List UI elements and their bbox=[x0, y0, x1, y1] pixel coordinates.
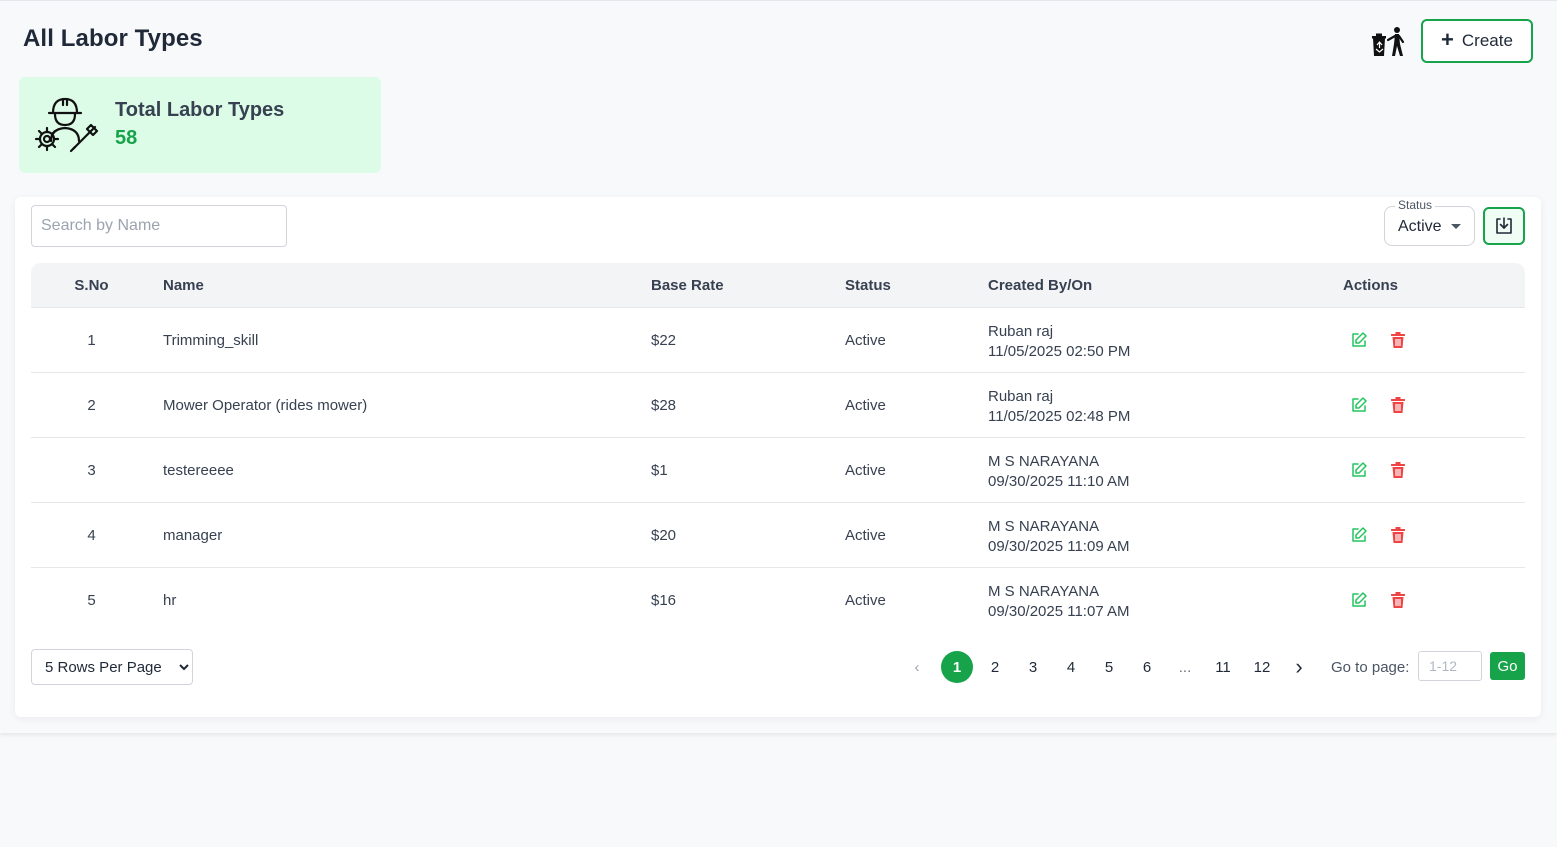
created-on: 09/30/2025 11:07 AM bbox=[988, 603, 1130, 620]
page-button[interactable]: 3 bbox=[1017, 651, 1049, 683]
page-button[interactable]: 11 bbox=[1207, 651, 1239, 683]
page-container: All Labor Types + Create Total Labor Typ… bbox=[0, 0, 1557, 733]
table-row: 4 manager $20 Active M S NARAYANA 09/30/… bbox=[31, 503, 1525, 568]
cell-name: Mower Operator (rides mower) bbox=[163, 397, 368, 414]
header-status: Status bbox=[845, 277, 891, 294]
rows-per-page-select[interactable]: 5 Rows Per Page bbox=[31, 649, 193, 685]
page-button[interactable]: 6 bbox=[1131, 651, 1163, 683]
created-by: M S NARAYANA bbox=[988, 453, 1100, 470]
page-button[interactable]: 5 bbox=[1093, 651, 1125, 683]
created-by: Ruban raj bbox=[988, 323, 1054, 340]
download-icon bbox=[1496, 217, 1512, 234]
delete-icon[interactable] bbox=[1388, 460, 1408, 480]
delete-icon[interactable] bbox=[1388, 330, 1408, 350]
page-button[interactable]: 1 bbox=[941, 651, 973, 683]
page-title: All Labor Types bbox=[23, 25, 203, 52]
cell-created: M S NARAYANA 09/30/2025 11:07 AM bbox=[988, 582, 1130, 622]
cell-created: Ruban raj 11/05/2025 02:50 PM bbox=[988, 322, 1130, 362]
table-row: 5 hr $16 Active M S NARAYANA 09/30/2025 … bbox=[31, 568, 1525, 633]
table-header: S.No Name Base Rate Status Created By/On… bbox=[31, 263, 1525, 308]
stat-value: 58 bbox=[115, 127, 138, 149]
chevron-right-icon[interactable]: › bbox=[1283, 651, 1315, 683]
cell-base-rate: $16 bbox=[651, 592, 677, 609]
created-on: 11/05/2025 02:50 PM bbox=[988, 343, 1131, 360]
cell-name: hr bbox=[163, 592, 177, 609]
cell-base-rate: $20 bbox=[651, 527, 677, 544]
plus-icon: + bbox=[1441, 27, 1454, 52]
cell-sno: 2 bbox=[87, 397, 96, 414]
header-created: Created By/On bbox=[988, 277, 1093, 294]
go-button[interactable]: Go bbox=[1490, 652, 1525, 680]
cell-status: Active bbox=[845, 527, 886, 544]
created-by: M S NARAYANA bbox=[988, 583, 1100, 600]
delete-icon[interactable] bbox=[1388, 590, 1408, 610]
edit-icon[interactable] bbox=[1349, 460, 1369, 480]
cell-status: Active bbox=[845, 592, 886, 609]
cell-sno: 3 bbox=[87, 462, 96, 479]
cell-status: Active bbox=[845, 332, 886, 349]
cell-base-rate: $28 bbox=[651, 397, 677, 414]
table-row: 3 testereeee $1 Active M S NARAYANA 09/3… bbox=[31, 438, 1525, 503]
cell-status: Active bbox=[845, 462, 886, 479]
recycle-bin-icon bbox=[1372, 27, 1405, 56]
created-by: Ruban raj bbox=[988, 388, 1054, 405]
page-button[interactable]: 12 bbox=[1246, 651, 1278, 683]
cell-created: Ruban raj 11/05/2025 02:48 PM bbox=[988, 387, 1130, 427]
header-base-rate: Base Rate bbox=[651, 277, 724, 294]
table-row: 1 Trimming_skill $22 Active Ruban raj 11… bbox=[31, 308, 1525, 373]
created-by: M S NARAYANA bbox=[988, 518, 1100, 535]
edit-icon[interactable] bbox=[1349, 395, 1369, 415]
chevron-left-icon[interactable]: ‹ bbox=[901, 651, 933, 683]
cell-base-rate: $1 bbox=[651, 462, 668, 479]
page-button[interactable]: 4 bbox=[1055, 651, 1087, 683]
stat-label: Total Labor Types bbox=[115, 99, 285, 121]
status-filter-legend: Status bbox=[1395, 198, 1436, 212]
cell-name: Trimming_skill bbox=[163, 332, 259, 349]
cell-name: testereeee bbox=[163, 462, 234, 479]
goto-page-label: Go to page: bbox=[1331, 659, 1410, 676]
search-input[interactable] bbox=[31, 205, 287, 247]
edit-icon[interactable] bbox=[1349, 525, 1369, 545]
header-sno: S.No bbox=[74, 277, 109, 294]
edit-icon[interactable] bbox=[1349, 590, 1369, 610]
cell-sno: 5 bbox=[87, 592, 96, 609]
goto-page-input[interactable] bbox=[1418, 651, 1482, 681]
edit-icon[interactable] bbox=[1349, 330, 1369, 350]
page-ellipsis: ... bbox=[1178, 658, 1192, 676]
export-button[interactable] bbox=[1483, 207, 1525, 245]
labor-types-panel: Status Active S.No Name Base Rate Status… bbox=[15, 197, 1541, 717]
status-filter-value: Active bbox=[1398, 218, 1442, 235]
cell-base-rate: $22 bbox=[651, 332, 677, 349]
create-button-label: Create bbox=[1461, 31, 1513, 50]
cell-created: M S NARAYANA 09/30/2025 11:10 AM bbox=[988, 452, 1130, 492]
created-on: 09/30/2025 11:10 AM bbox=[988, 473, 1130, 490]
page-button[interactable]: 2 bbox=[979, 651, 1011, 683]
delete-icon[interactable] bbox=[1388, 525, 1408, 545]
create-button[interactable]: + Create bbox=[1421, 19, 1533, 63]
worker-gear-icon bbox=[34, 97, 99, 153]
labor-types-table: S.No Name Base Rate Status Created By/On… bbox=[31, 263, 1525, 633]
header-name: Name bbox=[163, 277, 204, 294]
status-filter-select[interactable]: Status Active bbox=[1384, 198, 1475, 246]
chevron-down-icon bbox=[1451, 224, 1461, 229]
cell-sno: 4 bbox=[87, 527, 96, 544]
cell-status: Active bbox=[845, 397, 886, 414]
recycle-bin-button[interactable] bbox=[1370, 25, 1406, 59]
table-row: 2 Mower Operator (rides mower) $28 Activ… bbox=[31, 373, 1525, 438]
created-on: 11/05/2025 02:48 PM bbox=[988, 408, 1131, 425]
delete-icon[interactable] bbox=[1388, 395, 1408, 415]
total-labor-types-card: Total Labor Types 58 bbox=[19, 77, 381, 173]
created-on: 09/30/2025 11:09 AM bbox=[988, 538, 1130, 555]
cell-name: manager bbox=[163, 527, 223, 544]
header-actions: Actions bbox=[1343, 277, 1399, 294]
cell-sno: 1 bbox=[87, 332, 96, 349]
table-footer: 5 Rows Per Page ‹ 1 2 3 4 5 6 ... 11 12 … bbox=[31, 649, 1525, 685]
cell-created: M S NARAYANA 09/30/2025 11:09 AM bbox=[988, 517, 1130, 557]
